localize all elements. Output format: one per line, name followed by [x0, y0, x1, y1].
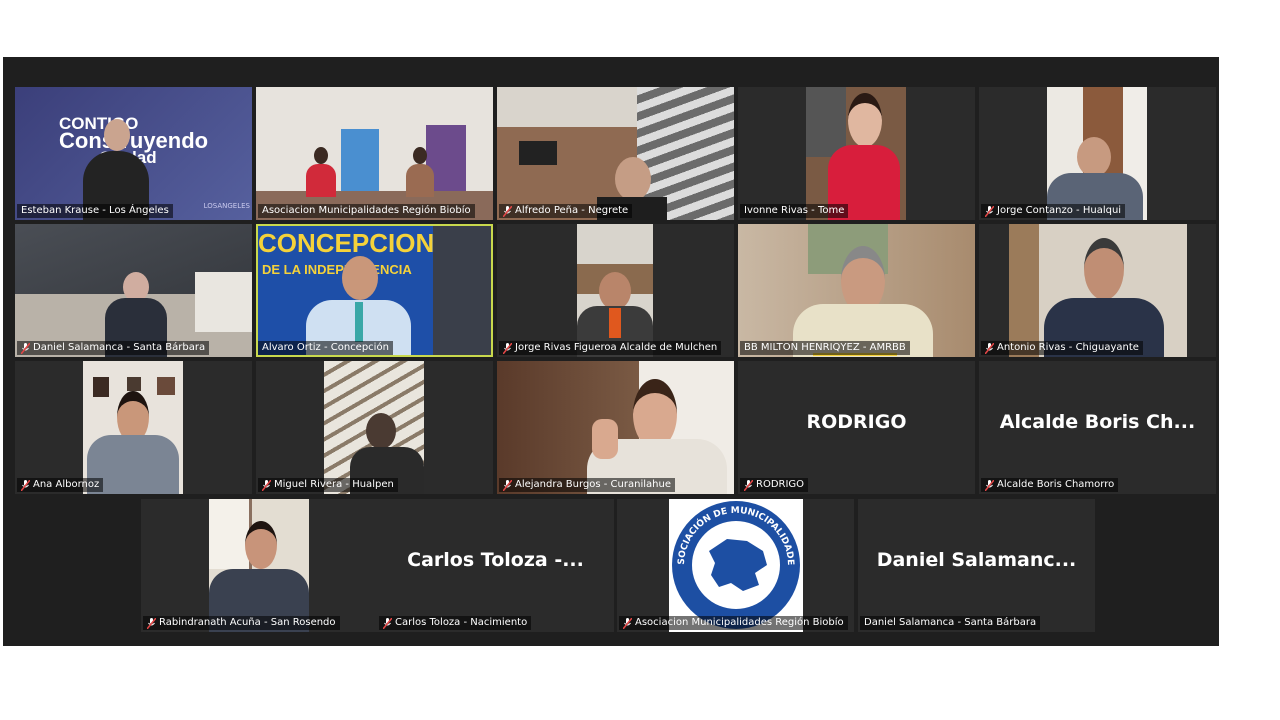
- participant-display-name: RODRIGO: [806, 411, 907, 433]
- municipalities-logo-icon: ASOCIACIÓN DE MUNICIPALIDADES REGIÓN BIO…: [669, 499, 800, 629]
- muted-mic-icon: [21, 342, 30, 354]
- participant-tile[interactable]: RODRIGO RODRIGO: [738, 361, 975, 494]
- association-logo: ASOCIACIÓN DE MUNICIPALIDADES REGIÓN BIO…: [669, 499, 803, 632]
- participant-name: Asociacion Municipalidades Región Biobío: [619, 616, 848, 630]
- participant-video: [256, 87, 493, 220]
- participant-name: Alejandra Burgos - Curanilahue: [499, 478, 675, 492]
- participant-video: [738, 224, 975, 357]
- participant-name: Ana Albornoz: [17, 478, 104, 492]
- participant-name: Alvaro Ortiz - Concepción: [258, 341, 393, 355]
- muted-mic-icon: [985, 479, 994, 491]
- participant-video: [806, 87, 906, 220]
- participant-video: [324, 361, 424, 494]
- participant-tile[interactable]: Jorge Rivas Figueroa Alcalde de Mulchen: [497, 224, 734, 357]
- participant-display-name: Daniel Salamanc...: [876, 549, 1077, 571]
- participant-tile[interactable]: CONTIGO Construyendo Ciudad LOSANGELES E…: [15, 87, 252, 220]
- muted-mic-icon: [503, 342, 512, 354]
- participant-name: Alfredo Peña - Negrete: [499, 204, 633, 218]
- muted-mic-icon: [503, 479, 512, 491]
- participant-name: RODRIGO: [740, 478, 809, 492]
- banner-text: CONCEPCION: [258, 228, 435, 258]
- muted-mic-icon: [383, 617, 392, 629]
- participant-tile[interactable]: Ivonne Rivas - Tome: [738, 87, 975, 220]
- participant-tile[interactable]: Daniel Salamanc... Daniel Salamanca - Sa…: [858, 499, 1095, 632]
- participant-video: [497, 361, 734, 494]
- muted-mic-icon: [147, 617, 156, 629]
- meeting-gallery: CONTIGO Construyendo Ciudad LOSANGELES E…: [3, 57, 1219, 646]
- participant-name: Miguel Rivera - Hualpen: [258, 478, 398, 492]
- muted-mic-icon: [985, 205, 994, 217]
- muted-mic-icon: [623, 617, 632, 629]
- participant-name: Carlos Toloza - Nacimiento: [379, 616, 532, 630]
- participant-name: Rabindranath Acuña - San Rosendo: [143, 616, 340, 630]
- participant-tile[interactable]: Asociacion Municipalidades Región Biobío: [256, 87, 493, 220]
- muted-mic-icon: [744, 479, 753, 491]
- participant-display-name: Alcalde Boris Ch...: [999, 411, 1196, 433]
- participant-tile[interactable]: Ana Albornoz: [15, 361, 252, 494]
- participant-video: [1009, 224, 1187, 357]
- muted-mic-icon: [21, 479, 30, 491]
- participant-video: [1047, 87, 1147, 220]
- participant-tile[interactable]: Jorge Contanzo - Hualqui: [979, 87, 1216, 220]
- participant-video: [209, 499, 309, 632]
- muted-mic-icon: [262, 479, 271, 491]
- participant-video: [15, 224, 252, 357]
- participant-display-name: Carlos Toloza -...: [407, 549, 584, 571]
- muted-mic-icon: [503, 205, 512, 217]
- participant-video: CONCEPCION DE LA INDEPENDENCIA: [258, 226, 491, 355]
- participant-name: Ivonne Rivas - Tome: [740, 204, 849, 218]
- participant-video: CONTIGO Construyendo Ciudad LOSANGELES: [15, 87, 252, 220]
- participant-tile[interactable]: Alfredo Peña - Negrete: [497, 87, 734, 220]
- participant-tile[interactable]: Rabindranath Acuña - San Rosendo: [141, 499, 378, 632]
- participant-name: Antonio Rivas - Chiguayante: [981, 341, 1143, 355]
- participant-video: [497, 87, 734, 220]
- participant-tile[interactable]: Antonio Rivas - Chiguayante: [979, 224, 1216, 357]
- participant-name: Alcalde Boris Chamorro: [981, 478, 1119, 492]
- participant-video: [577, 224, 653, 357]
- participant-tile-active-speaker[interactable]: CONCEPCION DE LA INDEPENDENCIA Alvaro Or…: [256, 224, 493, 357]
- participant-tile[interactable]: Alcalde Boris Ch... Alcalde Boris Chamor…: [979, 361, 1216, 494]
- participant-tile[interactable]: ASOCIACIÓN DE MUNICIPALIDADES REGIÓN BIO…: [617, 499, 854, 632]
- participant-name: Jorge Rivas Figueroa Alcalde de Mulchen: [499, 341, 722, 355]
- participant-video: [83, 361, 183, 494]
- participant-name: Asociacion Municipalidades Región Biobío: [258, 204, 475, 218]
- participant-name: Jorge Contanzo - Hualqui: [981, 204, 1126, 218]
- participant-tile[interactable]: Alejandra Burgos - Curanilahue: [497, 361, 734, 494]
- muted-mic-icon: [985, 342, 994, 354]
- participant-tile[interactable]: Miguel Rivera - Hualpen: [256, 361, 493, 494]
- participant-name: Daniel Salamanca - Santa Bárbara: [860, 616, 1041, 630]
- participant-tile[interactable]: Daniel Salamanca - Santa Bárbara: [15, 224, 252, 357]
- participant-name: BB MILTON HENRIQYEZ - AMRBB: [740, 341, 910, 355]
- participant-tile[interactable]: Carlos Toloza -... Carlos Toloza - Nacim…: [377, 499, 614, 632]
- participant-tile[interactable]: BB MILTON HENRIQYEZ - AMRBB: [738, 224, 975, 357]
- logo-text: LOSANGELES: [203, 202, 250, 210]
- participant-name: Daniel Salamanca - Santa Bárbara: [17, 341, 210, 355]
- participant-name: Esteban Krause - Los Ángeles: [17, 204, 173, 218]
